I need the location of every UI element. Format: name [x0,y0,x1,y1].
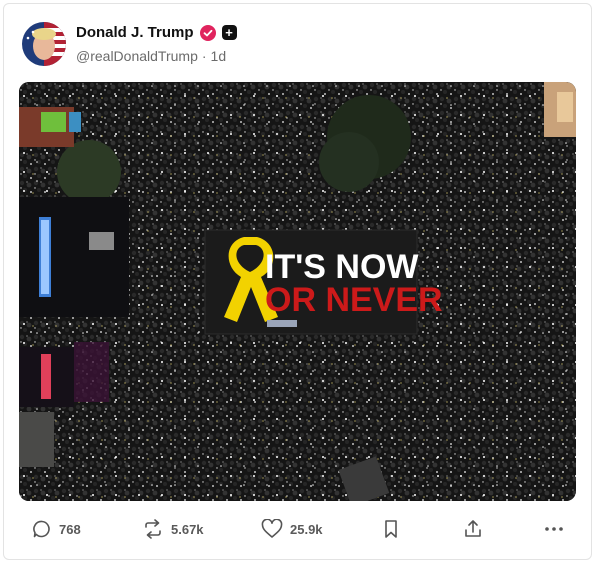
plus-icon: + [221,25,237,40]
repost-count: 5.67k [171,521,204,537]
reply-icon [33,520,50,538]
like-button[interactable]: 25.9k [261,519,323,539]
bookmark-icon [385,520,397,538]
action-bar: 768 5.67k 25.9k [32,519,572,545]
reply-count: 768 [59,521,81,537]
avatar-image [22,22,66,66]
author-name[interactable]: Donald J. Trump [76,24,194,41]
post-card: Donald J. Trump + @realDonaldTrump · 1d [3,3,592,560]
like-count: 25.9k [290,521,323,537]
bookmark-button[interactable] [382,519,400,539]
avatar[interactable] [22,22,66,66]
separator-dot: · [201,48,207,64]
post-time[interactable]: 1d [211,48,227,64]
share-icon [465,520,481,537]
repost-button[interactable]: 5.67k [142,519,204,539]
handle-row: @realDonaldTrump · 1d [76,48,226,64]
more-options-button[interactable] [544,519,564,539]
repost-icon [145,519,161,539]
author-row: Donald J. Trump + [76,24,237,41]
crowd-photo: IT'S NOW OR NEVER [19,82,576,501]
post-image[interactable]: IT'S NOW OR NEVER [19,82,576,501]
more-icon [545,527,563,531]
heart-icon [261,519,283,538]
share-button[interactable] [463,519,483,539]
verified-icon [199,24,216,41]
banner-text-line2: OR NEVER [265,281,443,319]
reply-button[interactable]: 768 [32,519,81,539]
author-handle[interactable]: @realDonaldTrump [76,48,198,64]
